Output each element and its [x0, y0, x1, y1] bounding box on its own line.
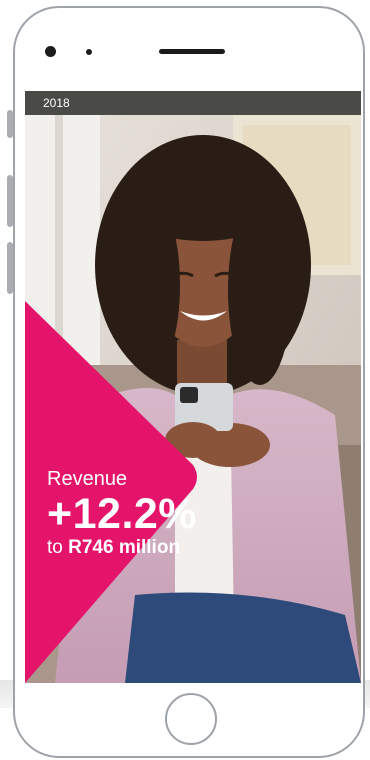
- revenue-label: Revenue: [47, 468, 128, 490]
- revenue-amount-prefix: to: [47, 537, 69, 558]
- year-banner: 2018: [25, 91, 361, 115]
- revenue-amount: R746 million: [68, 537, 181, 558]
- revenue-amount-line: to R746 million: [47, 537, 197, 559]
- device-mockup-stage: 2018 Revenue +12.2% to R746 million: [0, 0, 370, 760]
- phone-frame: 2018 Revenue +12.2% to R746 million: [13, 6, 365, 758]
- phone-screen: 2018 Revenue +12.2% to R746 million: [25, 91, 361, 683]
- camera-icon: [45, 46, 56, 57]
- home-button-icon[interactable]: [165, 693, 217, 745]
- sensor-icon: [86, 49, 92, 55]
- hero-photo: [25, 115, 361, 683]
- revenue-highlight: Revenue +12.2% to R746 million: [47, 467, 197, 559]
- revenue-growth: +12.2%: [47, 490, 198, 538]
- speaker-icon: [159, 49, 225, 54]
